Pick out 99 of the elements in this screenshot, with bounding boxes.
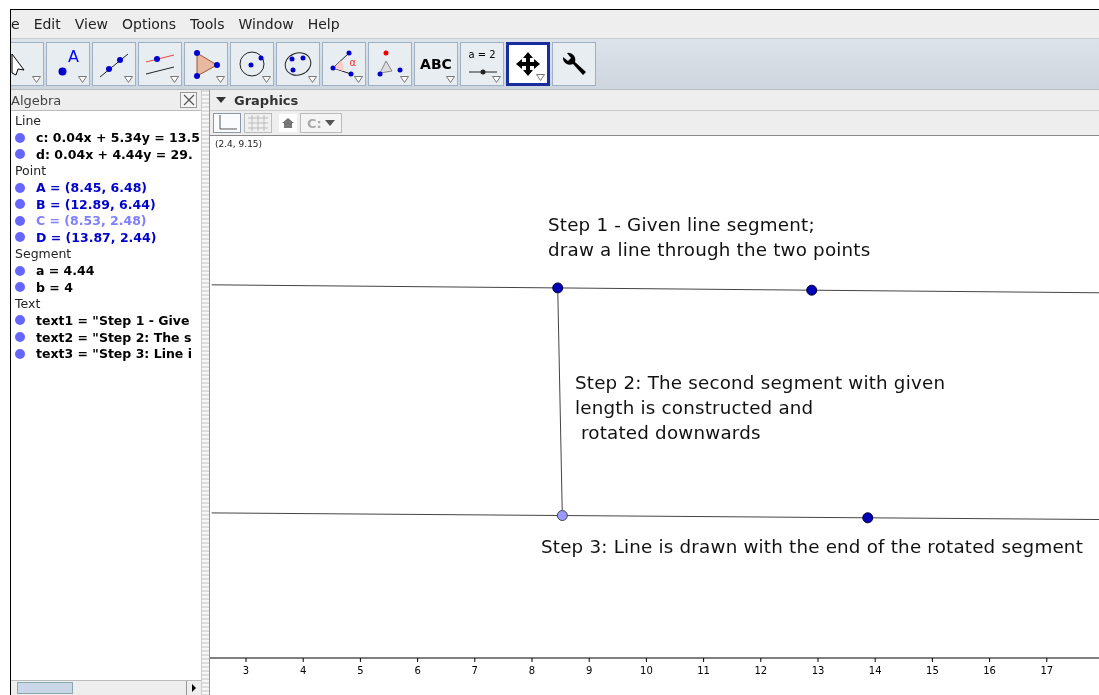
axis-tick-label: 4 <box>300 665 307 676</box>
algebra-entry[interactable]: text1 = "Step 1 - Give <box>36 312 190 328</box>
caret-icon <box>324 119 335 127</box>
horizontal-scrollbar[interactable] <box>11 680 201 695</box>
visibility-dot-icon[interactable] <box>15 348 25 359</box>
grid-toggle[interactable] <box>244 113 272 133</box>
algebra-entry[interactable]: c: 0.04x + 5.34y = 13.5 <box>36 130 200 146</box>
axis-tick-label: 12 <box>754 665 768 676</box>
group-heading: Segment <box>15 245 73 263</box>
algebra-entry[interactable]: text3 = "Step 3: Line i <box>36 346 192 362</box>
triangle-icon <box>191 49 221 79</box>
canvas-text[interactable]: Step 2: The second segment with given length is constructed and rotated downwards <box>575 370 946 445</box>
algebra-entry[interactable]: D = (13.87, 2.44) <box>36 229 157 245</box>
menu-item[interactable]: Window <box>231 16 301 32</box>
algebra-entry[interactable]: A = (8.45, 6.48) <box>36 180 148 196</box>
axis-tick-label: 14 <box>868 665 882 676</box>
tool-button[interactable] <box>184 42 228 86</box>
tool-button[interactable] <box>92 42 136 86</box>
visibility-dot-icon[interactable] <box>15 182 25 193</box>
algebra-entry[interactable]: a = 4.44 <box>36 263 95 279</box>
tool-button[interactable]: α <box>322 42 366 86</box>
visibility-dot-icon[interactable] <box>15 149 25 160</box>
visibility-dot-icon[interactable] <box>15 199 25 210</box>
visibility-dot-icon[interactable] <box>15 232 25 243</box>
axis-tick-label: 5 <box>357 665 364 676</box>
visibility-dot-icon[interactable] <box>15 282 25 293</box>
group-heading: Point <box>15 162 48 180</box>
visibility-dot-icon[interactable] <box>15 315 25 326</box>
axes-toggle[interactable] <box>213 113 241 133</box>
axis-tick-label: 6 <box>414 665 421 676</box>
visibility-dot-icon[interactable] <box>15 332 25 342</box>
dropdown-triangle-icon <box>78 76 87 83</box>
dropdown-triangle-icon <box>354 76 363 83</box>
panel-title: Algebra <box>11 92 62 108</box>
menu-item[interactable]: Tools <box>183 16 232 32</box>
panel-title: Graphics <box>234 92 299 108</box>
canvas-text[interactable]: Step 3: Line is drawn with the end of the rotated segment <box>541 534 1084 559</box>
dropdown-triangle-icon <box>308 76 317 83</box>
point-icon <box>57 66 67 76</box>
tool-button[interactable]: A <box>46 42 90 86</box>
segment[interactable] <box>557 292 563 511</box>
dropdown-triangle-icon <box>170 76 179 83</box>
axis-tick-label: 10 <box>640 665 653 676</box>
point[interactable] <box>806 284 818 296</box>
menu-item[interactable]: Options <box>115 16 183 32</box>
visibility-dot-icon[interactable] <box>15 132 25 143</box>
axis-tick-label: 9 <box>586 665 593 676</box>
ellipse-icon <box>283 49 313 79</box>
tool-button[interactable]: ABC <box>414 42 458 86</box>
tool-button[interactable] <box>552 42 596 86</box>
dropdown-triangle-icon <box>536 74 545 81</box>
axis-tick-label: 16 <box>983 665 996 676</box>
dropdown-triangle-icon <box>446 76 455 83</box>
axis-tick-label: 17 <box>1040 665 1054 676</box>
algebra-entry[interactable]: text2 = "Step 2: The s <box>36 329 192 345</box>
graphics-canvas[interactable] <box>210 136 1099 695</box>
point[interactable] <box>862 512 874 524</box>
visibility-dot-icon[interactable] <box>15 215 25 226</box>
axis-tick-label: 7 <box>471 665 478 676</box>
algebra-entry[interactable]: B = (12.89, 6.44) <box>36 196 156 212</box>
axis-tick-label: 3 <box>242 665 250 676</box>
line[interactable] <box>211 512 1099 521</box>
dropdown-triangle-icon <box>216 76 225 83</box>
tool-button[interactable] <box>11 42 44 86</box>
coordinates-label: (2.4, 9.15) <box>215 139 263 149</box>
dropdown-triangle-icon <box>262 76 271 83</box>
menu-item[interactable]: Edit <box>26 16 68 32</box>
tool-button[interactable] <box>230 42 274 86</box>
axis-tick-label: 11 <box>697 665 710 676</box>
dropdown-triangle-icon <box>400 76 409 83</box>
menu-item[interactable]: e <box>11 16 27 32</box>
tool-button[interactable] <box>276 42 320 86</box>
algebra-entry[interactable]: d: 0.04x + 4.44y = 29. <box>36 147 193 162</box>
dropdown-triangle-icon <box>492 76 501 83</box>
canvas-text[interactable]: Step 1 - Given line segment; draw a line through the two points <box>548 212 871 262</box>
line[interactable] <box>211 284 1099 294</box>
axis-tick-label: 8 <box>528 665 536 676</box>
axis-tick-label: 13 <box>811 665 825 676</box>
reflect-icon <box>375 49 405 79</box>
algebra-entry[interactable]: b = 4 <box>36 279 73 295</box>
group-heading: Text <box>15 295 42 313</box>
point[interactable] <box>556 510 568 521</box>
dropdown-triangle-icon <box>32 76 41 83</box>
splitter-handle[interactable] <box>201 90 210 695</box>
scroll-thumb[interactable] <box>17 682 73 694</box>
axis-tick-label: 15 <box>926 665 939 676</box>
dropdown-triangle-icon <box>124 76 133 83</box>
visibility-dot-icon[interactable] <box>15 265 25 276</box>
circle-icon <box>237 49 267 79</box>
home-button[interactable] <box>279 114 297 132</box>
tool-button[interactable] <box>506 42 550 86</box>
slider-icon <box>469 69 497 75</box>
group-heading: Line <box>15 113 43 130</box>
close-button[interactable] <box>180 92 197 108</box>
menu-item[interactable]: View <box>67 16 115 32</box>
point[interactable] <box>552 282 564 294</box>
menu-item[interactable]: Help <box>300 16 347 32</box>
collapse-triangle-icon[interactable] <box>216 96 226 104</box>
tool-button[interactable]: a = 2 <box>460 42 504 86</box>
